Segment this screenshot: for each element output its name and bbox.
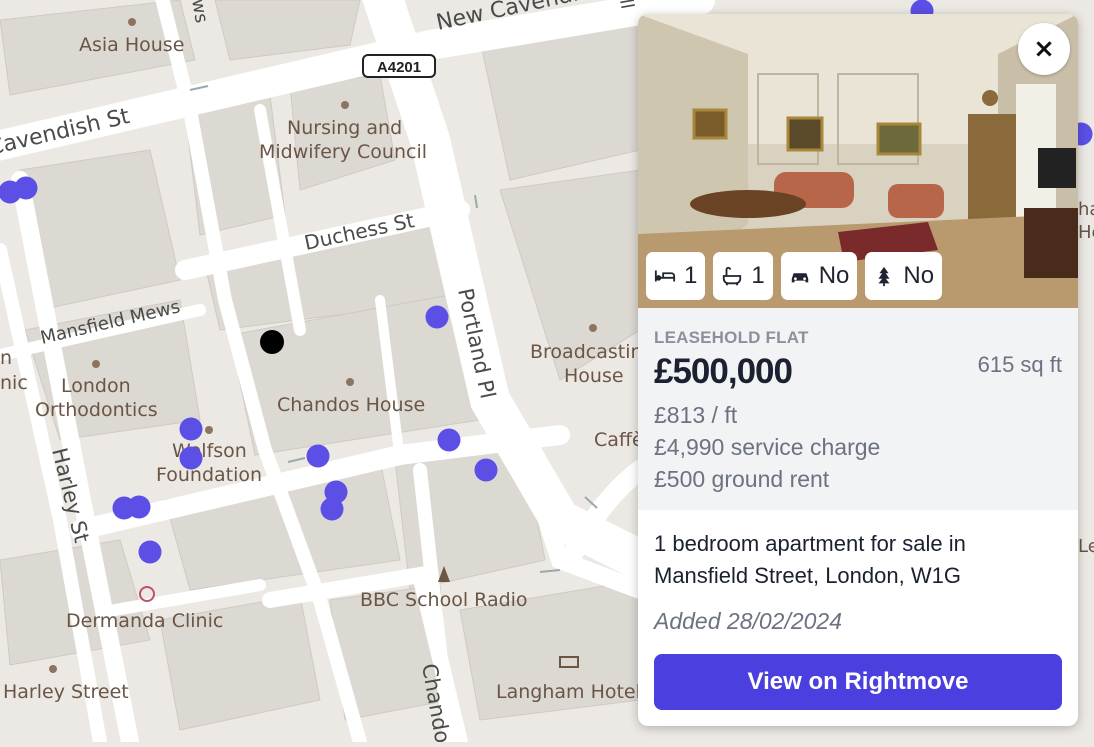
close-icon: × [1033,34,1055,64]
property-marker[interactable] [14,176,38,200]
bedrooms-badge: 1 [646,252,706,300]
property-marker[interactable] [138,540,162,564]
property-marker[interactable] [127,495,151,519]
property-marker[interactable] [320,497,344,521]
tree-icon [878,266,890,287]
price-per-ft: £813 / ft [654,402,738,428]
poi-dot [346,378,354,386]
ground-rent: £500 ground rent [654,466,830,492]
property-marker[interactable] [179,417,203,441]
route-shield-a4201: A4201 [362,54,436,78]
poi-dot [128,18,136,26]
poi-harley-street-label: Harley Street [3,681,129,703]
price: £500,000 [654,352,793,391]
poi-london-ortho-label: London [61,375,131,397]
poi-fragment-label: n [0,347,12,369]
poi-dot [205,426,213,434]
property-marker-selected[interactable] [260,330,284,354]
poi-fragment-label: ha [1078,199,1094,220]
poi-fragment-label: nic [0,372,28,394]
property-marker[interactable] [306,444,330,468]
close-button[interactable]: × [1018,23,1070,75]
bedrooms-value: 1 [684,262,698,289]
floor-area: 615 sq ft [977,352,1062,377]
poi-dermanda-label: Dermanda Clinic [66,610,223,632]
poi-dot [49,665,57,673]
poi-bbc-label: BBC School Radio [360,589,528,611]
garden-badge: No [865,252,943,300]
poi-broadcasting-label: House [564,365,624,387]
poi-asia-house-label: Asia House [79,34,184,56]
added-date: Added 28/02/2024 [654,608,843,634]
poi-wolfson-label: Foundation [156,464,262,486]
poi-dot [341,101,349,109]
parking-badge: No [780,252,858,300]
poi-chandos-house-label: Chandos House [277,394,425,416]
bathrooms-badge: 1 [713,252,773,300]
property-marker[interactable] [179,446,203,470]
poi-caffe-label: Caffè [594,429,644,451]
garden-value: No [903,262,935,289]
poi-broadcasting-label: Broadcastin [530,341,643,363]
price-panel: LEASEHOLD FLAT £500,000 615 sq ft £813 /… [638,308,1078,510]
feature-badges: 1 1 No No [646,252,943,300]
property-marker[interactable] [474,458,498,482]
property-popup: × 1 1 No No LEASEHOLD FLAT £500,000 615 … [638,14,1078,726]
car-icon [791,273,808,283]
poi-london-ortho-label: Orthodontics [35,399,158,421]
view-on-rightmove-button[interactable]: View on Rightmove [654,654,1062,710]
bed-icon [654,270,676,282]
bath-icon [723,266,742,286]
poi-dot [92,360,100,368]
road-fragment-label: ws [187,0,212,25]
poi-dot [589,324,597,332]
poi-langham-label: Langham Hotel [496,681,641,703]
tenure-label: LEASEHOLD FLAT [654,328,809,347]
poi-nursing-label: Midwifery Council [259,141,427,163]
property-marker[interactable] [437,428,461,452]
parking-value: No [818,262,850,289]
poi-nursing-label: Nursing and [287,117,402,139]
service-charge: £4,990 service charge [654,434,881,460]
bathrooms-value: 1 [751,262,765,289]
property-marker[interactable] [425,305,449,329]
poi-fragment-label: He [1078,222,1094,243]
property-description: 1 bedroom apartment for sale in Mansfiel… [654,531,966,588]
poi-fragment-label: Le [1078,536,1094,557]
